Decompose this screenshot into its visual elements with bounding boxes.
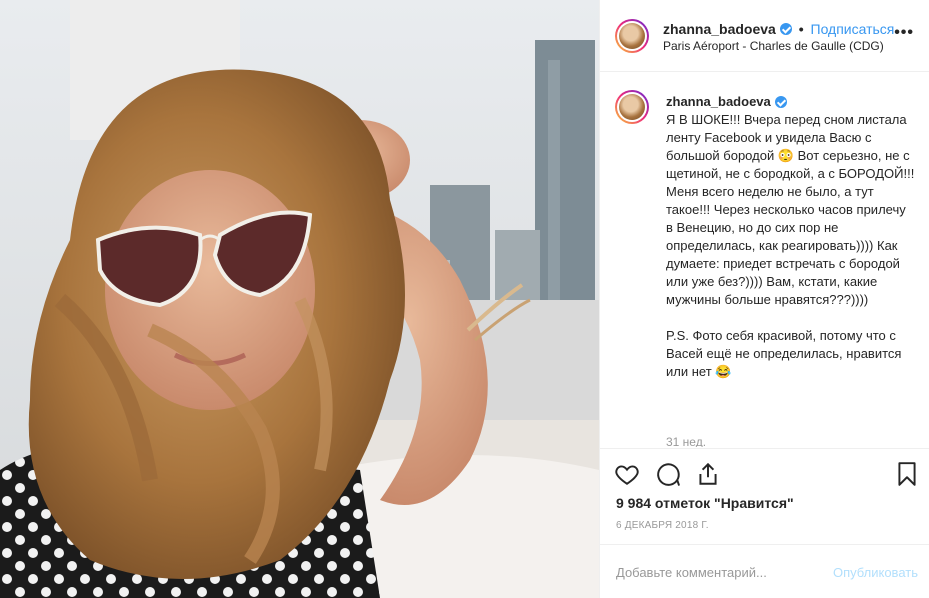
author-username[interactable]: zhanna_badoeva: [663, 21, 776, 37]
caption-author-avatar[interactable]: [615, 90, 649, 124]
share-icon[interactable]: [695, 461, 721, 487]
follow-button[interactable]: Подписаться: [811, 21, 895, 37]
post-photo[interactable]: [0, 0, 599, 598]
location-link[interactable]: Paris Aéroport - Charles de Gaulle (CDG): [663, 39, 884, 53]
separator-dot: •: [798, 21, 804, 37]
verified-icon: [774, 95, 787, 108]
more-options-icon[interactable]: •••: [894, 24, 914, 42]
action-bar: [600, 448, 929, 490]
comments-area: zhanna_badoeva Я В ШОКЕ!!! Вчера перед с…: [600, 72, 929, 447]
header-user-line: zhanna_badoeva • Подписаться: [663, 21, 894, 37]
add-comment-bar: Добавьте комментарий... Опубликовать: [600, 544, 929, 598]
comment-icon[interactable]: [655, 461, 681, 487]
post-side-panel: zhanna_badoeva • Подписаться Paris Aérop…: [599, 0, 929, 598]
caption-username[interactable]: zhanna_badoeva: [666, 94, 771, 109]
selfie-image: [0, 0, 599, 598]
post-date[interactable]: 6 ДЕКАБРЯ 2018 Г.: [616, 520, 709, 531]
caption-time[interactable]: 31 нед.: [666, 435, 706, 447]
verified-icon: [779, 23, 792, 36]
heart-icon[interactable]: [614, 461, 640, 487]
caption-text: Я В ШОКЕ!!! Вчера перед сном листала лен…: [666, 112, 915, 379]
caption: zhanna_badoeva Я В ШОКЕ!!! Вчера перед с…: [666, 93, 916, 381]
author-avatar[interactable]: [615, 19, 649, 53]
post-header: zhanna_badoeva • Подписаться Paris Aérop…: [600, 0, 929, 72]
publish-button[interactable]: Опубликовать: [833, 565, 918, 580]
comment-input[interactable]: Добавьте комментарий...: [616, 565, 767, 580]
bookmark-icon[interactable]: [894, 461, 920, 487]
likes-count[interactable]: 9 984 отметок "Нравится": [616, 495, 794, 511]
